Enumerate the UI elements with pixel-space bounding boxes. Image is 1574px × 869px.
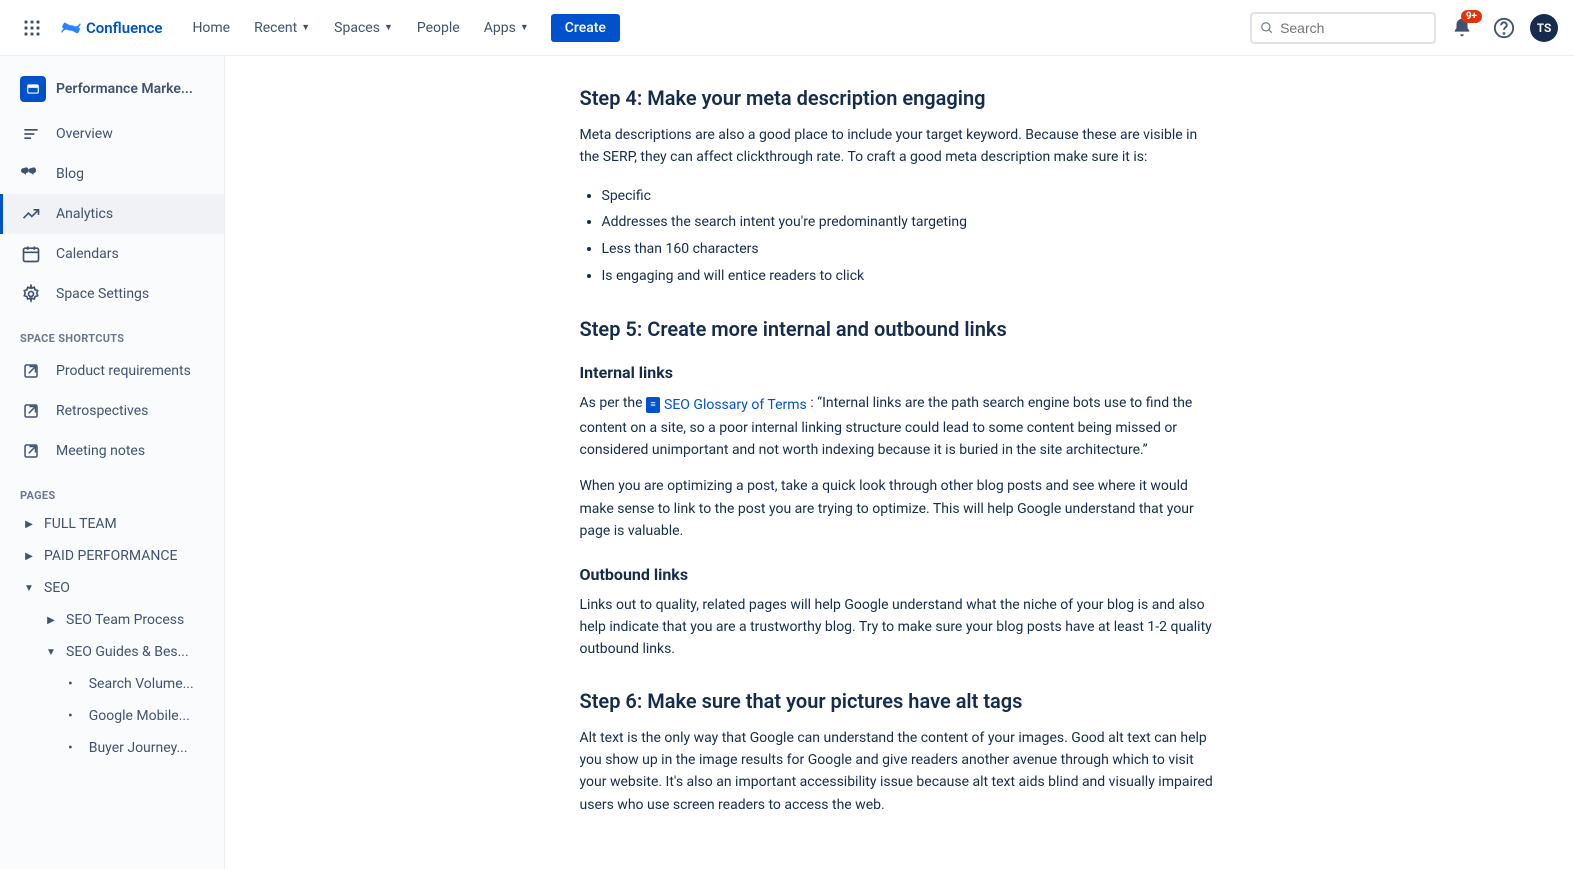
chevron-down-icon: ▼: [384, 22, 393, 33]
step4-list: Specific Addresses the search intent you…: [602, 183, 1220, 289]
list-item: Is engaging and will entice readers to c…: [602, 263, 1220, 290]
notifications-icon[interactable]: 9+: [1446, 12, 1478, 44]
primary-nav: Home Recent▼ Spaces▼ People Apps▼ Create: [182, 14, 619, 42]
sidebar: Performance Marke... Overview Blog Analy…: [0, 56, 225, 869]
gear-icon: [20, 283, 42, 305]
user-avatar[interactable]: TS: [1530, 14, 1558, 42]
section-shortcuts-label: SPACE SHORTCUTS: [0, 314, 224, 351]
page-buyer-journey[interactable]: Buyer Journey...: [0, 732, 224, 764]
step4-heading: Step 4: Make your meta description engag…: [580, 86, 1220, 110]
nav-spaces[interactable]: Spaces▼: [324, 14, 403, 42]
blog-icon: [20, 163, 42, 185]
search-icon: [1260, 20, 1274, 36]
step6-body: Alt text is the only way that Google can…: [580, 727, 1220, 817]
chevron-down-icon: ▼: [42, 647, 60, 658]
brand-label: Confluence: [86, 19, 162, 37]
shortcut-product-requirements[interactable]: Product requirements: [0, 351, 224, 391]
sidebar-calendars[interactable]: Calendars: [0, 234, 224, 274]
nav-apps[interactable]: Apps▼: [474, 14, 539, 42]
space-title: Performance Marke...: [56, 81, 193, 97]
page-seo[interactable]: ▼SEO: [0, 572, 224, 604]
nav-recent[interactable]: Recent▼: [244, 14, 320, 42]
sidebar-analytics[interactable]: Analytics: [0, 194, 224, 234]
main-content: Step 4: Make your meta description engag…: [225, 56, 1574, 869]
chevron-right-icon: ▶: [20, 519, 38, 530]
create-button[interactable]: Create: [551, 14, 620, 42]
chevron-down-icon: ▼: [20, 583, 38, 594]
list-item: Specific: [602, 183, 1220, 210]
list-item: Less than 160 characters: [602, 236, 1220, 263]
sidebar-settings[interactable]: Space Settings: [0, 274, 224, 314]
outbound-links-body: Links out to quality, related pages will…: [580, 594, 1220, 661]
chevron-down-icon: ▼: [520, 22, 529, 33]
confluence-logo[interactable]: Confluence: [52, 17, 170, 39]
search-box[interactable]: [1250, 12, 1436, 44]
sidebar-overview[interactable]: Overview: [0, 114, 224, 154]
step5-heading: Step 5: Create more internal and outboun…: [580, 317, 1220, 341]
internal-links-heading: Internal links: [580, 363, 1220, 382]
list-item: Addresses the search intent you're predo…: [602, 209, 1220, 236]
glossary-link[interactable]: ≡SEO Glossary of Terms: [646, 394, 807, 416]
page-full-team[interactable]: ▶FULL TEAM: [0, 508, 224, 540]
chevron-right-icon: ▶: [42, 615, 60, 626]
step4-body: Meta descriptions are also a good place …: [580, 124, 1220, 169]
app-switcher-icon[interactable]: [16, 12, 48, 44]
header-right: 9+ TS: [1250, 12, 1558, 44]
overview-icon: [20, 123, 42, 145]
help-icon[interactable]: [1488, 12, 1520, 44]
space-header[interactable]: Performance Marke...: [0, 68, 224, 114]
chevron-down-icon: ▼: [301, 22, 310, 33]
external-link-icon: [20, 400, 42, 422]
space-icon: [20, 76, 46, 102]
internal-links-p2: When you are optimizing a post, take a q…: [580, 475, 1220, 542]
article: Step 4: Make your meta description engag…: [580, 86, 1220, 816]
nav-people[interactable]: People: [407, 14, 470, 42]
page-seo-guides[interactable]: ▼SEO Guides & Bes...: [0, 636, 224, 668]
section-pages-label: PAGES: [0, 471, 224, 508]
external-link-icon: [20, 440, 42, 462]
search-input[interactable]: [1280, 20, 1426, 36]
shortcut-retrospectives[interactable]: Retrospectives: [0, 391, 224, 431]
page-search-volume[interactable]: Search Volume...: [0, 668, 224, 700]
sidebar-blog[interactable]: Blog: [0, 154, 224, 194]
chevron-right-icon: ▶: [20, 551, 38, 562]
outbound-links-heading: Outbound links: [580, 565, 1220, 584]
calendar-icon: [20, 243, 42, 265]
document-icon: ≡: [646, 397, 660, 413]
page-google-mobile[interactable]: Google Mobile...: [0, 700, 224, 732]
internal-links-p1: As per the ≡SEO Glossary of Terms : “Int…: [580, 392, 1220, 461]
notification-badge: 9+: [1461, 10, 1482, 23]
shortcut-meeting-notes[interactable]: Meeting notes: [0, 431, 224, 471]
step6-heading: Step 6: Make sure that your pictures hav…: [580, 689, 1220, 713]
nav-home[interactable]: Home: [182, 14, 240, 42]
global-header: Confluence Home Recent▼ Spaces▼ People A…: [0, 0, 1574, 56]
page-seo-team-process[interactable]: ▶SEO Team Process: [0, 604, 224, 636]
page-paid-performance[interactable]: ▶PAID PERFORMANCE: [0, 540, 224, 572]
external-link-icon: [20, 360, 42, 382]
analytics-icon: [20, 203, 42, 225]
